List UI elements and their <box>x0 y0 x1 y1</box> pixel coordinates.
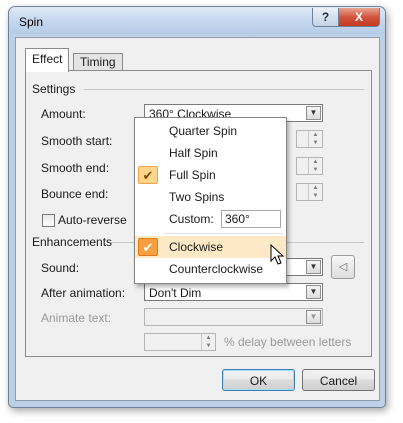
amount-dropdown-list: Quarter Spin Half Spin ✔ Full Spin Two S… <box>134 117 287 284</box>
title-bar: Spin ? X <box>9 7 385 34</box>
letter-delay-spinner[interactable]: ▲ ▼ <box>144 333 216 351</box>
smooth-start-spinner[interactable]: ▲ ▼ <box>296 130 323 148</box>
menu-item-label: Half Spin <box>169 146 218 160</box>
smooth-end-label: Smooth end: <box>41 161 110 175</box>
after-animation-combo[interactable]: Don't Dim ▼ <box>144 283 323 301</box>
chevron-down-icon[interactable]: ▼ <box>306 310 321 324</box>
enhancements-heading: Enhancements <box>32 235 113 249</box>
spin-up-icon[interactable]: ▲ <box>308 131 322 139</box>
menu-item-two-spins[interactable]: Two Spins <box>135 186 286 208</box>
animate-text-label: Animate text: <box>41 311 112 325</box>
spin-up-icon[interactable]: ▲ <box>308 158 322 166</box>
settings-divider <box>84 89 364 90</box>
speaker-icon[interactable]: ◁ <box>331 255 355 279</box>
sound-label: Sound: <box>41 261 80 275</box>
menu-item-custom[interactable]: Custom: 360° <box>135 208 286 230</box>
menu-item-label: Quarter Spin <box>169 124 238 138</box>
check-icon: ✔ <box>138 238 158 256</box>
menu-item-counterclockwise[interactable]: Counterclockwise <box>135 258 286 280</box>
spin-down-icon[interactable]: ▼ <box>201 342 215 350</box>
chevron-down-icon[interactable]: ▼ <box>306 260 321 274</box>
window-title: Spin <box>19 15 44 29</box>
spin-down-icon[interactable]: ▼ <box>308 192 322 200</box>
settings-heading: Settings <box>32 82 76 96</box>
menu-item-label: Two Spins <box>169 190 225 204</box>
menu-separator <box>165 233 283 234</box>
smooth-start-label: Smooth start: <box>41 134 113 148</box>
menu-item-quarter-spin[interactable]: Quarter Spin <box>135 120 286 142</box>
auto-reverse-checkbox[interactable] <box>42 214 55 227</box>
help-button[interactable]: ? <box>312 8 339 27</box>
after-animation-label: After animation: <box>41 286 126 300</box>
bounce-end-label: Bounce end: <box>41 187 109 201</box>
spin-down-icon[interactable]: ▼ <box>308 139 322 147</box>
chevron-down-icon[interactable]: ▼ <box>306 106 321 120</box>
tab-effect[interactable]: Effect <box>25 48 70 72</box>
ok-button[interactable]: OK <box>222 369 295 391</box>
amount-label: Amount: <box>41 107 86 121</box>
menu-item-label: Full Spin <box>169 168 216 182</box>
menu-item-label: Clockwise <box>169 240 224 254</box>
close-button[interactable]: X <box>338 8 380 27</box>
menu-item-half-spin[interactable]: Half Spin <box>135 142 286 164</box>
spin-down-icon[interactable]: ▼ <box>308 166 322 174</box>
menu-item-label: Counterclockwise <box>169 262 264 276</box>
cancel-button[interactable]: Cancel <box>302 369 375 391</box>
delay-label: % delay between letters <box>224 335 352 349</box>
chevron-down-icon[interactable]: ▼ <box>306 285 321 299</box>
spin-up-icon[interactable]: ▲ <box>308 184 322 192</box>
mouse-pointer-icon <box>270 244 285 265</box>
custom-amount-input[interactable]: 360° <box>221 210 281 228</box>
menu-item-full-spin[interactable]: ✔ Full Spin <box>135 164 286 186</box>
smooth-end-spinner[interactable]: ▲ ▼ <box>296 157 323 175</box>
check-icon: ✔ <box>138 166 158 184</box>
bounce-end-spinner[interactable]: ▲ ▼ <box>296 183 323 201</box>
tab-timing[interactable]: Timing <box>73 53 123 71</box>
after-animation-value: Don't Dim <box>149 286 202 300</box>
menu-item-label: Custom: <box>169 212 214 226</box>
menu-item-clockwise[interactable]: ✔ Clockwise <box>135 236 286 258</box>
spin-up-icon[interactable]: ▲ <box>201 334 215 342</box>
animate-text-combo[interactable]: ▼ <box>144 308 323 326</box>
auto-reverse-label: Auto-reverse <box>58 213 127 227</box>
